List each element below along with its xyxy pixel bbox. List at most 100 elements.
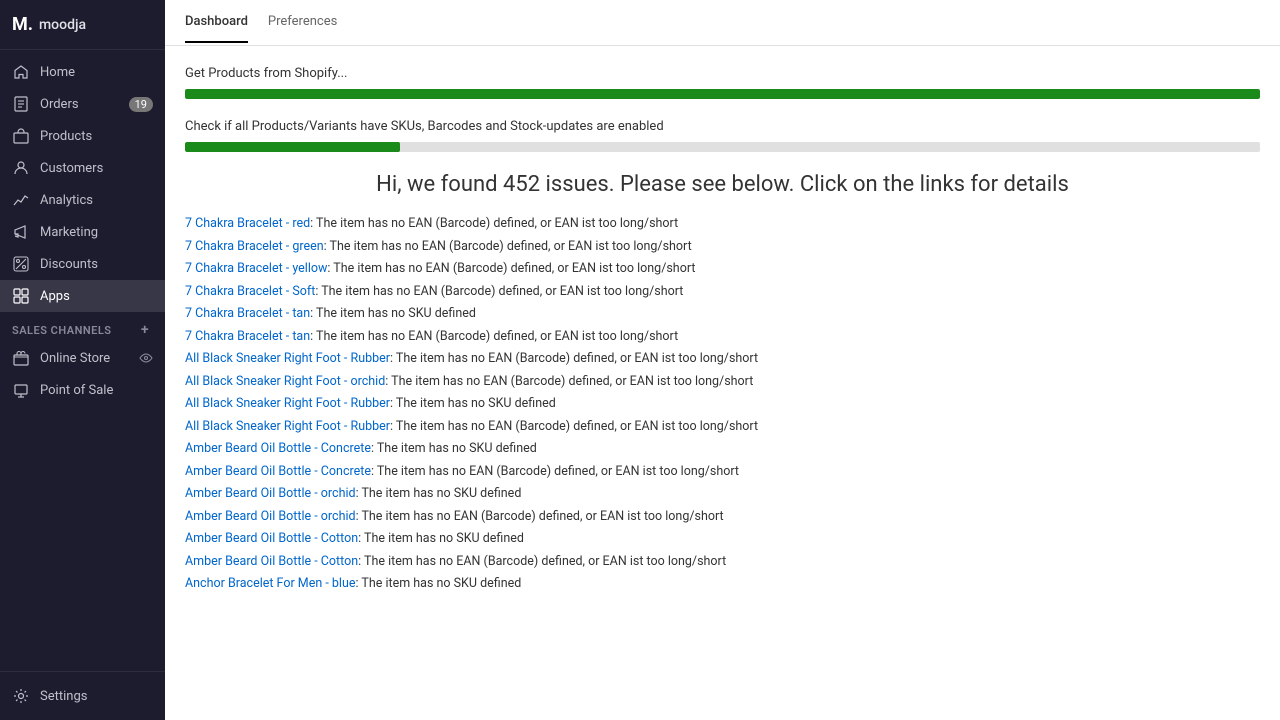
content-area: Get Products from Shopify... Check if al… [165, 46, 1280, 720]
sidebar-item-discounts-label: Discounts [40, 257, 153, 272]
sidebar-item-online-store[interactable]: Online Store [0, 342, 165, 374]
sidebar-item-home-label: Home [40, 65, 153, 80]
issue-text: : The item has no EAN (Barcode) defined,… [371, 464, 739, 479]
issue-text: : The item has no SKU defined [356, 486, 522, 501]
issue-text: : The item has no EAN (Barcode) defined,… [310, 216, 678, 231]
sidebar-item-apps[interactable]: Apps [0, 280, 165, 312]
pos-icon [12, 381, 30, 399]
issue-text: : The item has no SKU defined [355, 576, 521, 591]
sidebar-item-orders[interactable]: Orders 19 [0, 88, 165, 120]
list-item: Amber Beard Oil Bottle - Concrete: The i… [185, 438, 1260, 461]
store-icon [12, 349, 30, 367]
discounts-icon [12, 255, 30, 273]
issue-link[interactable]: 7 Chakra Bracelet - Soft [185, 284, 315, 299]
issue-link[interactable]: All Black Sneaker Right Foot - orchid [185, 374, 385, 389]
brand-logo: M. [12, 14, 33, 35]
sidebar-item-settings-label: Settings [40, 689, 153, 704]
topbar: Dashboard Preferences [165, 0, 1280, 46]
sidebar-item-orders-label: Orders [40, 97, 129, 112]
issue-text: : The item has no EAN (Barcode) defined,… [385, 374, 753, 389]
sidebar-item-point-of-sale[interactable]: Point of Sale [0, 374, 165, 406]
issue-text: : The item has no SKU defined [371, 441, 537, 456]
issue-link[interactable]: Amber Beard Oil Bottle - orchid [185, 509, 356, 524]
check-section: Check if all Products/Variants have SKUs… [185, 119, 1260, 152]
sidebar-footer: Settings [0, 671, 165, 720]
home-icon [12, 63, 30, 81]
issue-text: : The item has no EAN (Barcode) defined,… [327, 261, 695, 276]
list-item: 7 Chakra Bracelet - red: The item has no… [185, 213, 1260, 236]
tab-preferences[interactable]: Preferences [268, 2, 337, 43]
sidebar-item-analytics-label: Analytics [40, 193, 153, 208]
list-item: Amber Beard Oil Bottle - orchid: The ite… [185, 483, 1260, 506]
get-products-label: Get Products from Shopify... [185, 66, 1260, 81]
list-item: 7 Chakra Bracelet - Soft: The item has n… [185, 281, 1260, 304]
issue-link[interactable]: Amber Beard Oil Bottle - orchid [185, 486, 356, 501]
sidebar-item-customers-label: Customers [40, 161, 153, 176]
issue-text: : The item has no EAN (Barcode) defined,… [310, 329, 678, 344]
issue-text: : The item has no EAN (Barcode) defined,… [315, 284, 683, 299]
sidebar-item-point-of-sale-label: Point of Sale [40, 383, 153, 398]
sidebar-item-marketing[interactable]: Marketing [0, 216, 165, 248]
sidebar-item-home[interactable]: Home [0, 56, 165, 88]
brand-name: moodja [39, 17, 86, 33]
issue-link[interactable]: All Black Sneaker Right Foot - Rubber [185, 396, 390, 411]
list-item: Anchor Bracelet For Men - blue: The item… [185, 573, 1260, 596]
issue-link[interactable]: 7 Chakra Bracelet - tan [185, 306, 310, 321]
issue-link[interactable]: Amber Beard Oil Bottle - Concrete [185, 464, 371, 479]
list-item: Amber Beard Oil Bottle - orchid: The ite… [185, 506, 1260, 529]
list-item: Amber Beard Oil Bottle - Concrete: The i… [185, 461, 1260, 484]
check-progress-fill [185, 142, 400, 152]
issue-text: : The item has no EAN (Barcode) defined,… [390, 419, 758, 434]
get-products-progress-bar [185, 89, 1260, 99]
issue-text: : The item has no EAN (Barcode) defined,… [356, 509, 724, 524]
get-products-section: Get Products from Shopify... [185, 66, 1260, 99]
list-item: All Black Sneaker Right Foot - Rubber: T… [185, 416, 1260, 439]
issue-link[interactable]: Amber Beard Oil Bottle - Concrete [185, 441, 371, 456]
products-icon [12, 127, 30, 145]
issues-list: 7 Chakra Bracelet - red: The item has no… [185, 213, 1260, 596]
list-item: 7 Chakra Bracelet - yellow: The item has… [185, 258, 1260, 281]
orders-badge: 19 [129, 97, 153, 112]
orders-icon [12, 95, 30, 113]
list-item: 7 Chakra Bracelet - tan: The item has no… [185, 303, 1260, 326]
issues-header: Hi, we found 452 issues. Please see belo… [185, 172, 1260, 197]
sidebar-item-apps-label: Apps [40, 289, 153, 304]
marketing-icon [12, 223, 30, 241]
issue-text: : The item has no EAN (Barcode) defined,… [358, 554, 726, 569]
issue-link[interactable]: 7 Chakra Bracelet - red [185, 216, 310, 231]
analytics-icon [12, 191, 30, 209]
issue-text: : The item has no SKU defined [358, 531, 524, 546]
sidebar-item-marketing-label: Marketing [40, 225, 153, 240]
issue-link[interactable]: All Black Sneaker Right Foot - Rubber [185, 419, 390, 434]
get-products-progress-fill [185, 89, 1260, 99]
issue-link[interactable]: 7 Chakra Bracelet - tan [185, 329, 310, 344]
issue-text: : The item has no SKU defined [310, 306, 476, 321]
issue-link[interactable]: Anchor Bracelet For Men - blue [185, 576, 355, 591]
sidebar-item-customers[interactable]: Customers [0, 152, 165, 184]
issue-link[interactable]: Amber Beard Oil Bottle - Cotton [185, 531, 358, 546]
check-progress-bar [185, 142, 1260, 152]
issue-link[interactable]: Amber Beard Oil Bottle - Cotton [185, 554, 358, 569]
sales-channels-header: SALES CHANNELS + [0, 312, 165, 342]
sidebar-item-discounts[interactable]: Discounts [0, 248, 165, 280]
tab-dashboard[interactable]: Dashboard [185, 2, 248, 43]
check-label: Check if all Products/Variants have SKUs… [185, 119, 1260, 134]
online-store-eye-icon[interactable] [139, 351, 153, 365]
issue-link[interactable]: 7 Chakra Bracelet - yellow [185, 261, 327, 276]
add-sales-channel-button[interactable]: + [137, 322, 153, 338]
main-content: Dashboard Preferences Get Products from … [165, 0, 1280, 720]
sidebar-item-settings[interactable]: Settings [0, 680, 165, 712]
sidebar-item-analytics[interactable]: Analytics [0, 184, 165, 216]
sidebar-item-products[interactable]: Products [0, 120, 165, 152]
settings-icon [12, 687, 30, 705]
list-item: 7 Chakra Bracelet - tan: The item has no… [185, 326, 1260, 349]
list-item: Amber Beard Oil Bottle - Cotton: The ite… [185, 551, 1260, 574]
sidebar: M. moodja Home Orders 19 [0, 0, 165, 720]
list-item: Amber Beard Oil Bottle - Cotton: The ite… [185, 528, 1260, 551]
sales-channels-label: SALES CHANNELS [12, 324, 112, 337]
customers-icon [12, 159, 30, 177]
issue-link[interactable]: 7 Chakra Bracelet - green [185, 239, 324, 254]
sidebar-item-online-store-label: Online Store [40, 351, 139, 366]
issue-link[interactable]: All Black Sneaker Right Foot - Rubber [185, 351, 390, 366]
list-item: 7 Chakra Bracelet - green: The item has … [185, 236, 1260, 259]
